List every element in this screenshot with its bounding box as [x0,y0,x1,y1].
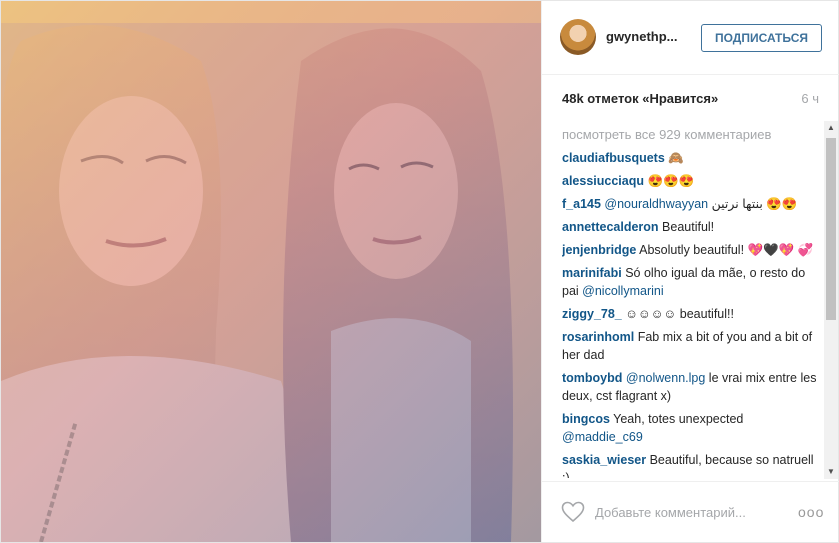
comment-item: alessiucciaqu 😍😍😍 [562,172,820,190]
comment-username[interactable]: jenjenbridge [562,243,636,257]
comment-username[interactable]: bingcos [562,412,610,426]
post-photo[interactable] [1,1,541,542]
comment-item: rosarinhoml Fab mix a bit of you and a b… [562,328,820,364]
comment-username[interactable]: alessiucciaqu [562,174,644,188]
comment-username[interactable]: rosarinhoml [562,330,634,344]
comment-text: 😍😍😍 [644,174,695,188]
comment-text: Beautiful! [658,220,715,234]
scroll-down-arrow-icon[interactable]: ▼ [824,465,838,479]
comment-item: ziggy_78_ ☺☺☺☺ beautiful!! [562,305,820,323]
add-comment-input[interactable] [595,502,770,522]
scroll-up-arrow-icon[interactable]: ▲ [824,121,838,135]
instagram-post: gwynethp... ПОДПИСАТЬСЯ 48k отметок «Нра… [0,0,839,543]
comment-mention[interactable]: @nouraldhwayyan [601,197,708,211]
likes-count[interactable]: 48k отметок «Нравится» [562,91,718,106]
comment-username[interactable]: annettecalderon [562,220,659,234]
comment-text: 🙈 [664,151,684,165]
comments-scrollbar[interactable]: ▲ ▼ [824,121,838,479]
comment-item: jenjenbridge Absolutly beautiful! 💖🖤💖 💞 [562,241,820,259]
comment-mention[interactable]: @nolwenn.lpg [622,371,705,385]
comment-username[interactable]: marinifabi [562,266,622,280]
comment-item: saskia_wieser Beautiful, because so natr… [562,451,820,478]
comment-item: f_a145 @nouraldhwayyan بنتها نرتين 😍😍 [562,195,820,213]
comment-username[interactable]: saskia_wieser [562,453,646,467]
post-time[interactable]: 6 ч [801,91,819,106]
comment-item: claudiafbusquets 🙈 [562,149,820,167]
comment-text: بنتها نرتين 😍😍 [708,197,798,211]
comment-username[interactable]: ziggy_78_ [562,307,622,321]
comment-username[interactable]: f_a145 [562,197,601,211]
comment-text: ☺☺☺☺ beautiful!! [621,307,734,321]
photo-illustration [1,1,541,542]
username-link[interactable]: gwynethp... [606,29,686,44]
post-side-panel: gwynethp... ПОДПИСАТЬСЯ 48k отметок «Нра… [541,1,839,542]
more-options-icon[interactable]: ooo [798,504,824,520]
comment-text: Yeah, totes unexpected [609,412,744,426]
post-footer: ooo [542,481,839,542]
heart-icon[interactable] [561,501,585,523]
comment-text: Absolutly beautiful! 💖🖤💖 💞 [636,243,814,257]
comment-mention[interactable]: @maddie_c69 [562,430,643,444]
comment-item: annettecalderon Beautiful! [562,218,820,236]
avatar[interactable] [560,19,596,55]
follow-button[interactable]: ПОДПИСАТЬСЯ [701,24,822,52]
comments-list: посмотреть все 929 комментариев claudiaf… [562,126,820,478]
comment-item: tomboybd @nolwenn.lpg le vrai mix entre … [562,369,820,405]
comment-item: marinifabi Só olho igual da mãe, o resto… [562,264,820,300]
comment-item: bingcos Yeah, totes unexpected @maddie_c… [562,410,820,446]
scrollbar-thumb[interactable] [826,138,836,320]
comment-mention[interactable]: @nicollymarini [582,284,663,298]
comment-username[interactable]: claudiafbusquets [562,151,665,165]
post-header: gwynethp... ПОДПИСАТЬСЯ [542,1,839,75]
view-all-comments-link[interactable]: посмотреть все 929 комментариев [562,126,820,144]
comment-username[interactable]: tomboybd [562,371,622,385]
